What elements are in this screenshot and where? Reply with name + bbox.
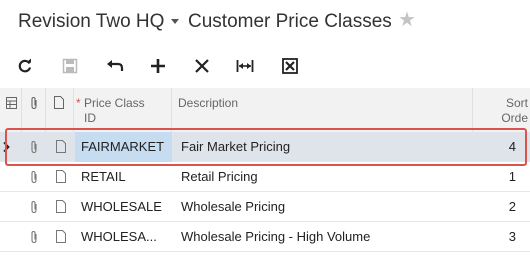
table-row[interactable]: WHOLESA... Wholesale Pricing - High Volu…	[0, 222, 530, 252]
cell-sort-order[interactable]: 3	[473, 222, 516, 252]
cell-sort-order[interactable]: 4	[473, 132, 516, 162]
refresh-icon	[18, 58, 32, 73]
column-header-description[interactable]: Description	[172, 88, 473, 132]
cell-price-class-id[interactable]: RETAIL	[75, 162, 172, 192]
save-icon	[62, 58, 78, 74]
company-selector[interactable]: Revision Two HQ	[18, 11, 164, 33]
column-header-price-class-id[interactable]: * Price Class ID	[74, 88, 172, 132]
table-row[interactable]: FAIRMARKET Fair Market Pricing 4	[0, 132, 530, 162]
undo-button[interactable]	[101, 52, 129, 80]
table-row[interactable]: RETAIL Retail Pricing 1	[0, 162, 530, 192]
chevron-down-icon[interactable]	[171, 19, 179, 24]
add-button[interactable]	[144, 52, 172, 80]
price-classes-grid: * Price Class ID Description Sort Orde F…	[0, 88, 530, 262]
required-marker: *	[76, 96, 81, 110]
column-settings-header[interactable]	[0, 88, 22, 132]
cell-sort-order[interactable]: 1	[473, 162, 516, 192]
toolbar	[0, 50, 530, 82]
cell-sort-order[interactable]: 2	[473, 192, 516, 222]
notes-header[interactable]	[46, 88, 74, 132]
save-button[interactable]	[56, 52, 84, 80]
grid-header: * Price Class ID Description Sort Orde	[0, 88, 530, 133]
table-row[interactable]: WHOLESALE Wholesale Pricing 2	[0, 192, 530, 222]
cell-price-class-id[interactable]: WHOLESA...	[75, 222, 172, 252]
column-label-price-class-id: Price Class ID	[84, 96, 145, 125]
cell-price-class-id[interactable]: FAIRMARKET	[75, 132, 172, 162]
fit-width-icon	[236, 60, 254, 72]
delete-button[interactable]	[188, 52, 216, 80]
cell-description[interactable]: Wholesale Pricing	[181, 192, 471, 222]
column-header-sort-order[interactable]: Sort Orde	[473, 88, 530, 132]
excel-icon	[282, 58, 298, 74]
cell-description[interactable]: Fair Market Pricing	[181, 132, 471, 162]
note-icon	[54, 96, 64, 109]
refresh-button[interactable]	[11, 52, 39, 80]
files-header[interactable]	[22, 88, 46, 132]
paperclip-icon[interactable]	[29, 170, 39, 184]
row-selector-icon	[3, 141, 10, 153]
cell-description[interactable]: Retail Pricing	[181, 162, 471, 192]
column-label-description: Description	[178, 96, 239, 110]
note-icon[interactable]	[56, 230, 66, 243]
plus-icon	[151, 59, 165, 73]
paperclip-icon[interactable]	[29, 140, 39, 154]
note-icon[interactable]	[56, 170, 66, 183]
undo-icon	[107, 60, 124, 71]
close-icon	[195, 59, 209, 73]
paperclip-icon[interactable]	[29, 230, 39, 244]
page-header: Revision Two HQ Customer Price Classes ★	[0, 0, 530, 44]
note-icon[interactable]	[56, 200, 66, 213]
export-excel-button[interactable]	[276, 52, 304, 80]
star-icon[interactable]: ★	[398, 9, 416, 31]
note-icon[interactable]	[56, 140, 66, 153]
paperclip-icon[interactable]	[29, 200, 39, 214]
column-label-sort-order: Sort Orde	[501, 96, 528, 125]
cell-description[interactable]: Wholesale Pricing - High Volume	[181, 222, 471, 252]
paperclip-icon	[31, 96, 37, 110]
cell-price-class-id[interactable]: WHOLESALE	[75, 192, 172, 222]
grid-settings-icon	[6, 97, 17, 109]
fit-to-screen-button[interactable]	[231, 52, 259, 80]
page-title: Customer Price Classes	[188, 11, 392, 32]
